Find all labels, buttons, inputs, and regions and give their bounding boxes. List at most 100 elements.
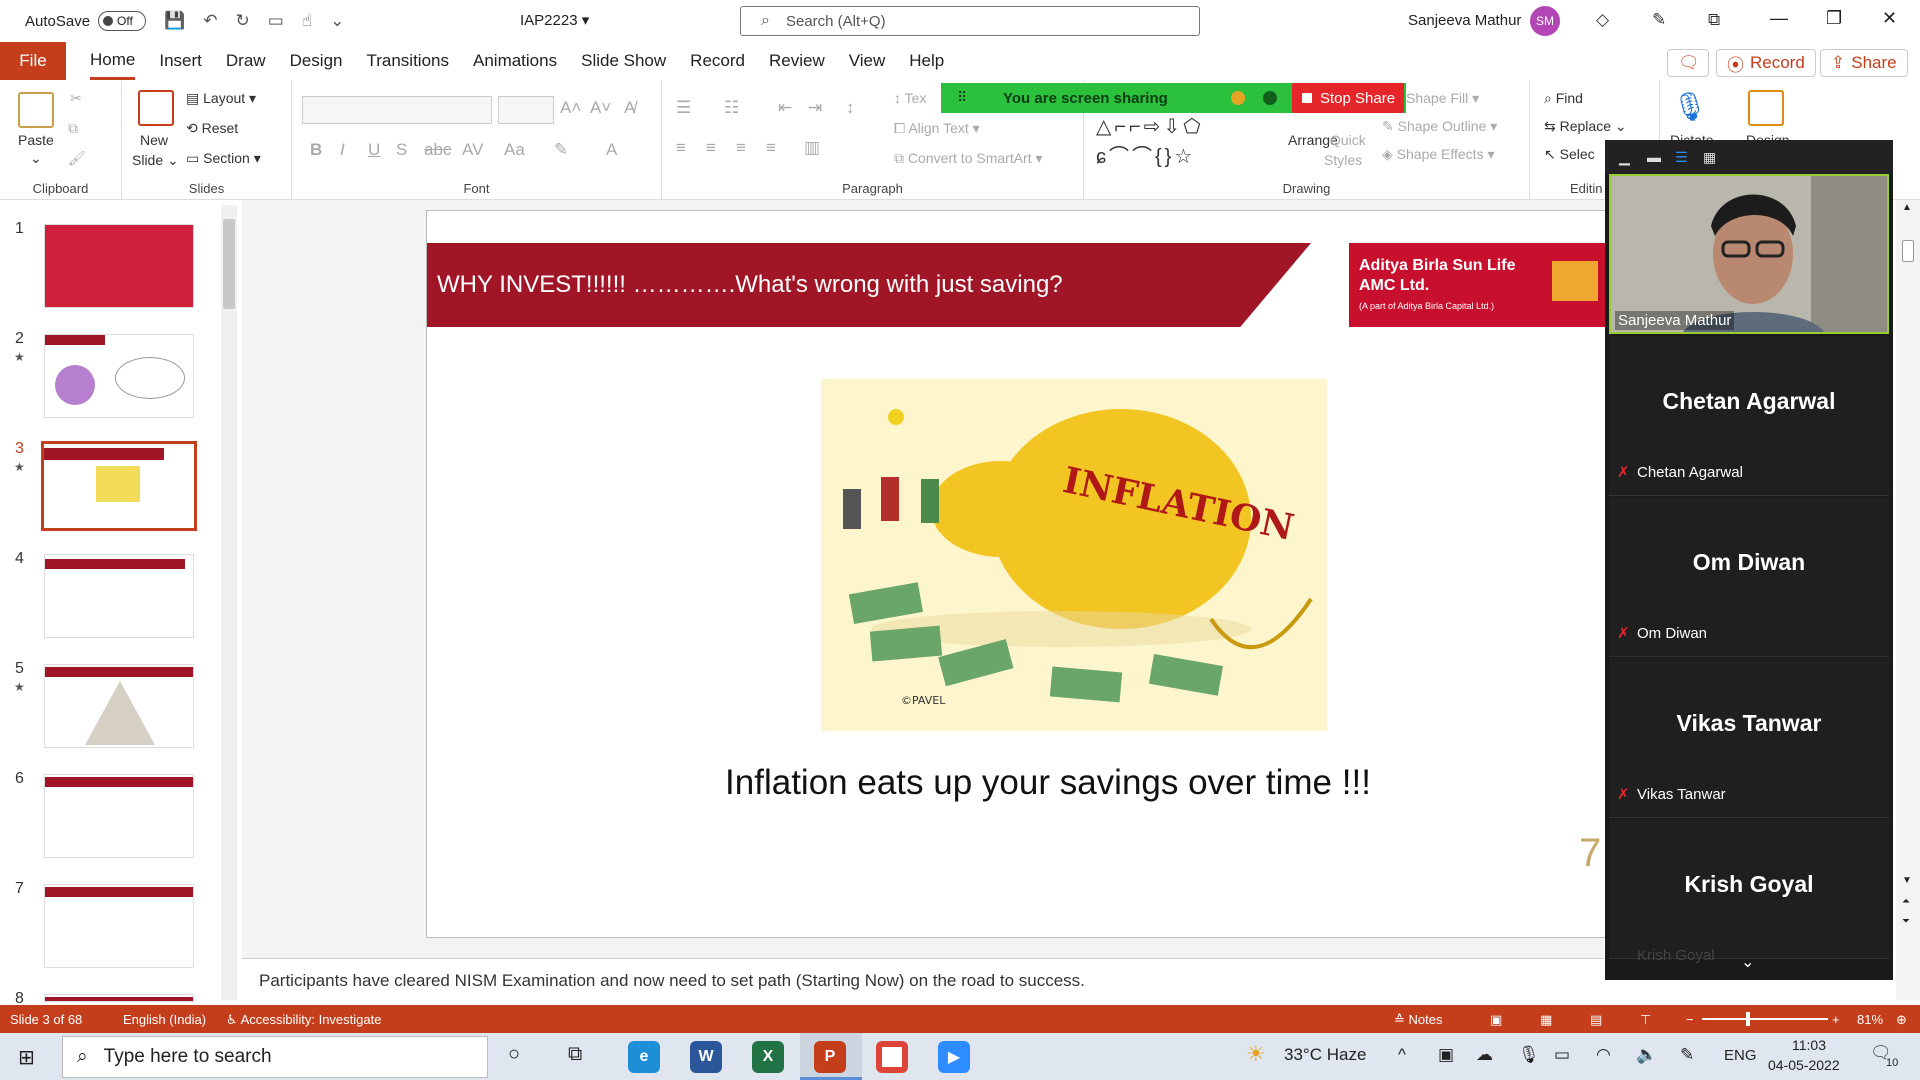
premium-diamond-icon[interactable]: ◇: [1596, 10, 1609, 30]
participant-tile[interactable]: Krish Goyal Krish Goyal: [1609, 819, 1889, 964]
slideshow-view-icon[interactable]: ⊤: [1640, 1012, 1651, 1028]
zoom-app-icon[interactable]: ▶: [938, 1041, 970, 1073]
shape-outline-button[interactable]: ✎ Shape Outline ▾: [1382, 118, 1497, 135]
slide-caption[interactable]: Inflation eats up your savings over time…: [427, 763, 1667, 803]
participant-tile[interactable]: Chetan Agarwal ✗ Chetan Agarwal: [1609, 336, 1889, 496]
cortana-icon[interactable]: ○: [508, 1043, 520, 1066]
edge-icon[interactable]: e: [628, 1041, 660, 1073]
touch-mode-icon[interactable]: ☝: [302, 11, 312, 31]
increase-font-icon[interactable]: A˄: [560, 98, 581, 118]
slide-sorter-icon[interactable]: ▦: [1540, 1012, 1552, 1028]
windows-start-icon[interactable]: ⊞: [18, 1045, 35, 1070]
powerpoint-icon[interactable]: P: [814, 1041, 846, 1073]
task-view-icon[interactable]: ⧉: [568, 1043, 582, 1066]
minimize-icon[interactable]: —: [1770, 8, 1788, 29]
layout-button[interactable]: ▤ Layout ▾: [186, 90, 256, 107]
shapes-gallery-row2[interactable]: ɕ⌒⌒{}☆: [1096, 140, 1195, 169]
designer-icon[interactable]: [1748, 90, 1784, 126]
tab-draw[interactable]: Draw: [226, 42, 266, 80]
save-icon[interactable]: 💾: [164, 11, 185, 31]
customize-quick-access-icon[interactable]: ⌄: [330, 11, 344, 31]
reading-view-icon[interactable]: ▤: [1590, 1012, 1602, 1028]
align-text-button[interactable]: ⧠ Align Text ▾: [894, 120, 980, 137]
slide-thumbnail-8[interactable]: [44, 994, 194, 1002]
fit-to-window-icon[interactable]: ⊕: [1896, 1012, 1907, 1028]
select-button[interactable]: ↖ Selec: [1544, 146, 1595, 163]
slide-thumbnail-4[interactable]: [44, 554, 194, 638]
input-language[interactable]: ENG: [1724, 1047, 1757, 1064]
find-button[interactable]: ⌕ Find: [1544, 90, 1583, 107]
excel-icon[interactable]: X: [752, 1041, 784, 1073]
redo-icon[interactable]: ↻: [235, 11, 249, 31]
next-slide-icon[interactable]: ⏷: [1902, 916, 1910, 927]
battery-icon[interactable]: ▭: [1554, 1045, 1570, 1065]
tab-review[interactable]: Review: [769, 42, 825, 80]
stop-share-button[interactable]: Stop Share: [1292, 83, 1404, 113]
copy-icon[interactable]: ⧉: [68, 120, 78, 137]
italic-icon[interactable]: I: [340, 140, 345, 160]
host-video[interactable]: Sanjeeva Mathur: [1609, 174, 1889, 334]
wifi-icon[interactable]: ◠: [1596, 1045, 1611, 1065]
close-icon[interactable]: ✕: [1882, 8, 1897, 29]
tab-file[interactable]: File: [0, 42, 66, 80]
ribbon-display-icon[interactable]: ⧉: [1708, 10, 1720, 30]
quick-styles-label2[interactable]: Styles: [1324, 152, 1362, 168]
convert-smartart-button[interactable]: ⧉ Convert to SmartArt ▾: [894, 150, 1043, 167]
strikethrough-icon[interactable]: abc: [424, 140, 451, 160]
bullets-icon[interactable]: ☰: [676, 98, 691, 118]
participant-tile[interactable]: Om Diwan ✗ Om Diwan: [1609, 497, 1889, 657]
slide-scroll-thumb[interactable]: [1902, 240, 1914, 262]
previous-slide-icon[interactable]: ⏶: [1902, 896, 1910, 907]
shadow-icon[interactable]: S: [396, 140, 407, 160]
gallery-view-icon[interactable]: ▦: [1703, 149, 1716, 166]
align-left-icon[interactable]: ≡: [676, 138, 686, 158]
taskbar-search-input[interactable]: ⌕ Type here to search: [62, 1036, 488, 1078]
tab-animations[interactable]: Animations: [473, 42, 557, 80]
line-spacing-icon[interactable]: ↕: [846, 98, 855, 118]
pen-workspace-icon[interactable]: ✎: [1680, 1045, 1694, 1065]
underline-icon[interactable]: U: [368, 140, 380, 160]
undo-icon[interactable]: ↶: [203, 11, 217, 31]
scroll-down-icon[interactable]: ▼: [1902, 875, 1912, 886]
restore-icon[interactable]: ❐: [1826, 8, 1842, 29]
tab-help[interactable]: Help: [909, 42, 944, 80]
tab-insert[interactable]: Insert: [159, 42, 202, 80]
bold-icon[interactable]: B: [310, 140, 322, 160]
document-title[interactable]: IAP2223 ▾: [520, 11, 589, 29]
zoom-out-icon[interactable]: −: [1686, 1012, 1694, 1027]
new-slide-label2[interactable]: Slide ⌄: [132, 152, 179, 169]
volume-icon[interactable]: 🔈: [1636, 1045, 1657, 1065]
search-input[interactable]: ⌕ Search (Alt+Q): [740, 6, 1200, 36]
record-button[interactable]: ⦿ Record: [1716, 49, 1816, 77]
zoom-in-icon[interactable]: +: [1832, 1012, 1840, 1027]
tab-slide-show[interactable]: Slide Show: [581, 42, 666, 80]
autosave-toggle[interactable]: Off: [98, 11, 147, 31]
current-slide[interactable]: WHY INVEST!!!!!! ………….What's wrong with …: [426, 210, 1668, 938]
new-slide-button[interactable]: New: [140, 132, 168, 148]
pen-icon[interactable]: ✎: [1652, 10, 1666, 30]
increase-indent-icon[interactable]: ⇥: [808, 98, 822, 118]
strip-view-icon[interactable]: ☰: [1675, 149, 1688, 166]
slide-thumbnail-1[interactable]: [44, 224, 194, 308]
slide-thumbnail-2[interactable]: [44, 334, 194, 418]
align-center-icon[interactable]: ≡: [706, 138, 716, 158]
onedrive-icon[interactable]: ☁: [1476, 1045, 1493, 1065]
font-name-select[interactable]: [302, 96, 492, 124]
paste-icon[interactable]: [18, 92, 54, 128]
avatar[interactable]: SM: [1530, 6, 1560, 36]
inflation-cartoon-image[interactable]: INFLATION ©PAVEL: [821, 379, 1327, 731]
clock-date[interactable]: 04-05-2022: [1768, 1057, 1840, 1073]
section-button[interactable]: ▭ Section ▾: [186, 150, 261, 167]
show-hidden-icons-icon[interactable]: ^: [1398, 1045, 1406, 1065]
paste-button[interactable]: Paste: [18, 132, 54, 148]
decrease-indent-icon[interactable]: ⇤: [778, 98, 792, 118]
justify-icon[interactable]: ≡: [766, 138, 776, 158]
zoom-level[interactable]: 81%: [1857, 1012, 1883, 1027]
thumbnails-scrollbar[interactable]: [221, 205, 237, 1000]
accessibility-checker[interactable]: ♿ Accessibility: Investigate: [226, 1012, 381, 1028]
reset-button[interactable]: ⟲ Reset: [186, 120, 238, 137]
minimize-panel-icon[interactable]: ▁: [1619, 149, 1630, 166]
font-color-icon[interactable]: A: [606, 140, 617, 160]
thumbnails-scroll-thumb[interactable]: [223, 219, 235, 309]
highlight-icon[interactable]: ✎: [554, 140, 568, 160]
